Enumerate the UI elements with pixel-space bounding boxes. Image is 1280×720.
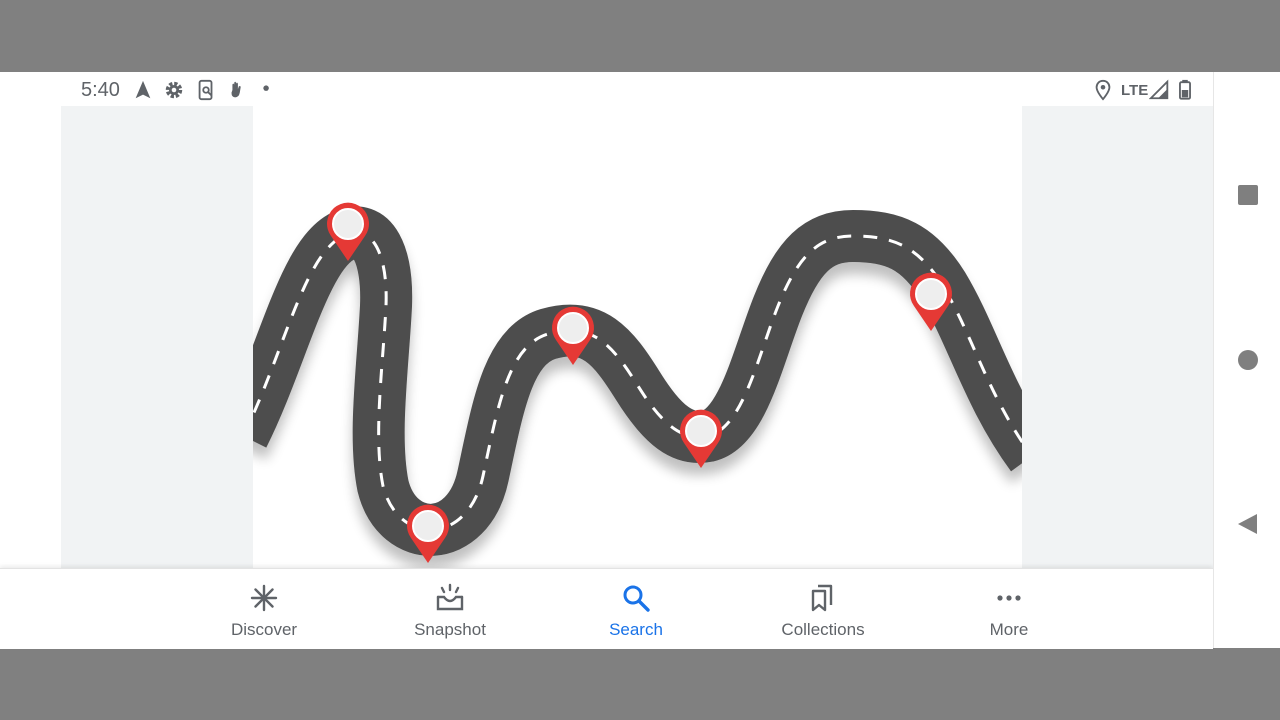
home-circle-icon[interactable] [1236, 348, 1260, 372]
nav-more-label: More [989, 620, 1029, 639]
system-navigation-bar [1213, 72, 1280, 648]
nav-collections-label: Collections [781, 620, 865, 639]
battery-icon [1174, 79, 1196, 101]
screen-record-icon [195, 79, 217, 101]
phone-screen: 5:40 LTE Discover Snapshot Search Collec… [0, 72, 1280, 649]
nav-more[interactable]: More [934, 569, 1084, 649]
bottom-navigation: Discover Snapshot Search Collections Mor… [0, 568, 1213, 649]
bookmarks-icon [808, 583, 838, 613]
winding-road-illustration [253, 202, 1022, 563]
road-map-image[interactable] [253, 106, 1022, 568]
gear-icon [163, 79, 185, 101]
snapshot-icon [435, 583, 465, 613]
nav-snapshot-label: Snapshot [414, 620, 486, 639]
navigation-arrow-icon [132, 79, 154, 101]
nav-collections[interactable]: Collections [748, 569, 898, 649]
nav-search-label: Search [609, 620, 663, 639]
status-bar: 5:40 LTE [0, 72, 1213, 106]
overview-square-icon[interactable] [1236, 183, 1260, 207]
signal-icon [1149, 79, 1171, 101]
search-icon [621, 583, 651, 613]
notification-dot-icon [256, 79, 278, 101]
network-type-label: LTE [1121, 82, 1149, 99]
status-time: 5:40 [81, 79, 120, 101]
hand-gesture-icon [226, 79, 248, 101]
road [253, 206, 1022, 556]
more-horizontal-icon [994, 583, 1024, 613]
image-viewer[interactable] [61, 106, 1213, 568]
nav-discover[interactable]: Discover [189, 569, 339, 649]
asterisk-icon [249, 583, 279, 613]
nav-search[interactable]: Search [561, 569, 711, 649]
location-pin-icon [1092, 79, 1114, 101]
back-triangle-icon[interactable] [1236, 512, 1260, 536]
nav-snapshot[interactable]: Snapshot [375, 569, 525, 649]
nav-discover-label: Discover [230, 620, 298, 639]
